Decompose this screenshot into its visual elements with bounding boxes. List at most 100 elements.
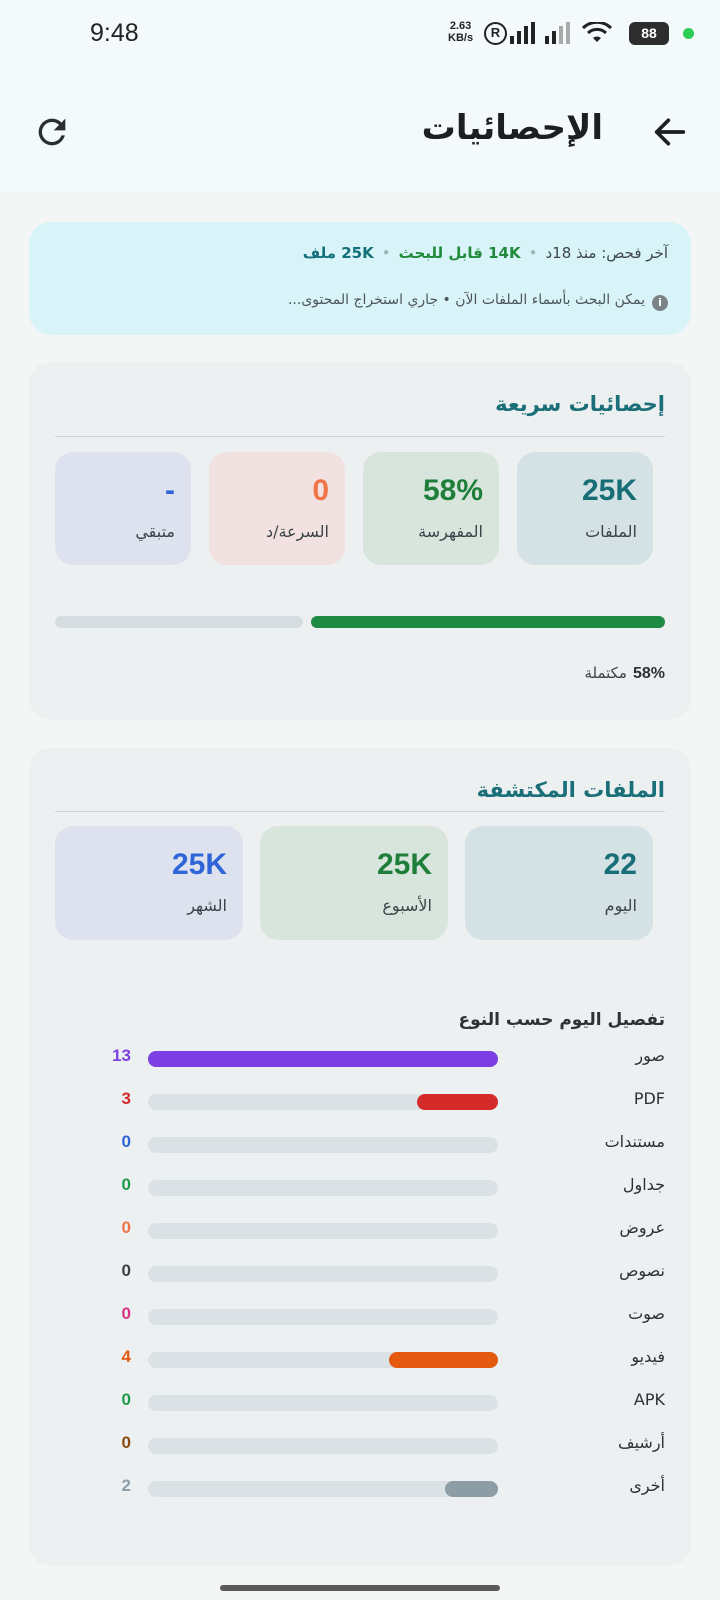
network-speed-value: 2.63: [449, 20, 472, 32]
banner-note-text: يمكن البحث بأسماء الملفات الآن • جاري اس…: [287, 292, 645, 308]
type-bar-track: [148, 1438, 498, 1454]
status-time: 9:48: [90, 19, 139, 47]
tile-label: الأسبوع: [382, 896, 432, 915]
progress-suffix: مكتملة: [584, 664, 627, 682]
battery-icon: 88: [629, 22, 669, 45]
index-status-banner: آخر فحص: منذ 18د•14K قابل للبحث•25K ملف …: [29, 222, 691, 335]
registered-icon: R: [484, 22, 507, 45]
breakdown-row: صوت 0: [29, 1300, 691, 1330]
type-bar-track: [148, 1180, 498, 1196]
breakdown-row: جداول 0: [29, 1171, 691, 1201]
app-bar: الإحصائيات: [0, 70, 720, 192]
type-count: 0: [121, 1175, 131, 1194]
tile-label: الملفات: [585, 522, 637, 541]
type-bar-track: [148, 1266, 498, 1282]
quick-stats-title: إحصائيات سريعة: [495, 392, 665, 416]
type-bar-fill: [417, 1094, 498, 1110]
wifi-icon: [582, 22, 612, 42]
type-bar-track: [148, 1051, 498, 1067]
searchable-count: 14K قابل للبحث: [398, 244, 521, 262]
progress-remaining: [55, 616, 303, 628]
network-speed-unit: KB/s: [448, 32, 474, 44]
type-bar-track: [148, 1352, 498, 1368]
breakdown-row: APK 0: [29, 1386, 691, 1416]
last-scan-text: آخر فحص: منذ 18د: [545, 244, 668, 262]
tile-value: 25K: [171, 848, 227, 881]
type-bar-fill: [389, 1352, 498, 1368]
type-label: PDF: [633, 1089, 665, 1108]
type-count: 3: [121, 1089, 131, 1108]
type-count: 0: [121, 1132, 131, 1151]
type-bar-track: [148, 1137, 498, 1153]
indexing-progress-bar: [55, 616, 665, 628]
type-label: عروض: [619, 1218, 665, 1237]
privacy-dot-icon: [683, 28, 694, 39]
type-label: جداول: [622, 1175, 665, 1194]
breakdown-row: أرشيف 0: [29, 1429, 691, 1459]
progress-fill: [311, 616, 665, 628]
network-speed: 2.63 KB/s: [448, 20, 473, 44]
type-label: أرشيف: [618, 1433, 665, 1452]
type-bar-fill: [148, 1051, 498, 1067]
tile-remaining: - متبقي: [55, 452, 191, 565]
tile-value: -: [165, 474, 175, 507]
tile-today: 22 اليوم: [465, 826, 653, 940]
tile-indexed: 58% المفهرسة: [363, 452, 499, 565]
breakdown-row: نصوص 0: [29, 1257, 691, 1287]
tile-label: اليوم: [604, 896, 637, 915]
tile-label: المفهرسة: [418, 522, 483, 541]
divider: [55, 811, 665, 812]
tile-value: 0: [312, 474, 329, 507]
tile-label: الشهر: [187, 896, 227, 915]
discovered-files-card: الملفات المكتشفة 22 اليوم 25K الأسبوع 25…: [29, 748, 691, 1566]
tile-month: 25K الشهر: [55, 826, 243, 940]
progress-label: 58% مكتملة: [584, 664, 665, 683]
type-label: مستندات: [604, 1132, 665, 1151]
type-count: 0: [121, 1218, 131, 1237]
tile-label: السرعة/د: [265, 522, 329, 541]
tile-value: 25K: [376, 848, 432, 881]
type-bar-track: [148, 1309, 498, 1325]
signal-icon-secondary: [545, 22, 570, 44]
back-arrow-icon[interactable]: [650, 112, 690, 152]
type-bar-track: [148, 1223, 498, 1239]
home-indicator[interactable]: [220, 1585, 500, 1591]
breakdown-row: أخرى 2: [29, 1472, 691, 1502]
type-bar-track: [148, 1481, 498, 1497]
type-label: صور: [635, 1046, 665, 1065]
type-count: 2: [121, 1476, 131, 1495]
tile-value: 58%: [422, 474, 483, 507]
signal-icon: [510, 22, 535, 44]
quick-stats-card: إحصائيات سريعة 25K الملفات 58% المفهرسة …: [29, 362, 691, 720]
tile-label: متبقي: [135, 522, 175, 541]
breakdown-row: عروض 0: [29, 1214, 691, 1244]
type-count: 13: [112, 1046, 131, 1065]
type-label: فيديو: [631, 1347, 665, 1366]
type-bar-fill: [445, 1481, 498, 1497]
breakdown-title: تفصيل اليوم حسب النوع: [458, 1010, 665, 1030]
breakdown-row: مستندات 0: [29, 1128, 691, 1158]
tile-value: 25K: [581, 474, 637, 507]
type-label: نصوص: [619, 1261, 665, 1280]
type-count: 4: [121, 1347, 131, 1366]
type-count: 0: [121, 1261, 131, 1280]
type-label: أخرى: [629, 1476, 665, 1495]
type-count: 0: [121, 1433, 131, 1452]
tile-week: 25K الأسبوع: [260, 826, 448, 940]
breakdown-row: صور 13: [29, 1042, 691, 1072]
refresh-icon[interactable]: [32, 112, 72, 152]
info-icon: i: [652, 295, 668, 311]
banner-summary: آخر فحص: منذ 18د•14K قابل للبحث•25K ملف: [302, 244, 668, 262]
type-count: 0: [121, 1390, 131, 1409]
discovered-files-title: الملفات المكتشفة: [476, 778, 665, 802]
tile-speed: 0 السرعة/د: [209, 452, 345, 565]
type-label: APK: [633, 1390, 665, 1409]
type-label: صوت: [628, 1304, 665, 1323]
divider: [55, 436, 665, 437]
type-count: 0: [121, 1304, 131, 1323]
status-bar: 9:48 2.63 KB/s R 88: [0, 0, 720, 70]
files-count: 25K ملف: [302, 244, 374, 262]
tile-files: 25K الملفات: [517, 452, 653, 565]
progress-percent: 58%: [632, 665, 665, 682]
page-title: الإحصائيات: [421, 108, 603, 148]
